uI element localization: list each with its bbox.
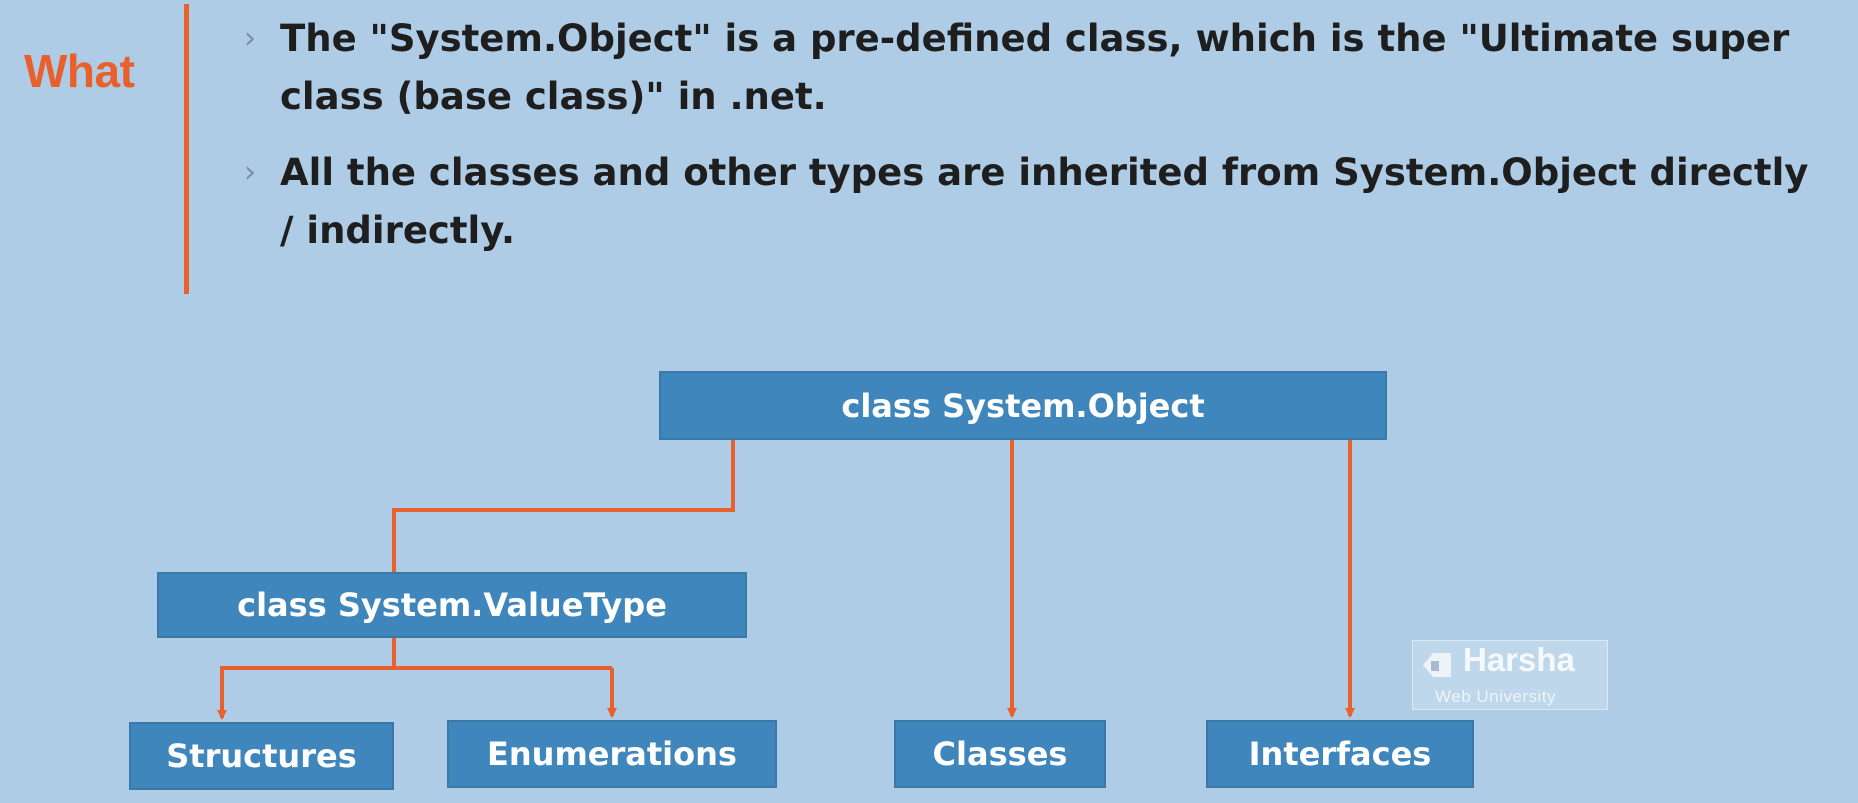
node-classes: Classes bbox=[894, 720, 1106, 788]
node-enumerations: Enumerations bbox=[447, 720, 777, 788]
watermark-subtitle: Web University bbox=[1435, 687, 1556, 706]
edge-valuetype-branch bbox=[392, 638, 612, 670]
watermark-logo: Harsha Web University bbox=[1412, 640, 1608, 710]
node-structures: Structures bbox=[129, 722, 394, 790]
node-system-object: class System.Object bbox=[659, 371, 1387, 440]
node-system-valuetype: class System.ValueType bbox=[157, 572, 747, 638]
watermark-name: Harsha bbox=[1463, 641, 1575, 678]
node-interfaces: Interfaces bbox=[1206, 720, 1474, 788]
edge-valuetype-to-structures bbox=[217, 666, 394, 720]
harsha-logo-icon bbox=[1423, 653, 1451, 677]
edge-object-to-valuetype bbox=[392, 440, 735, 572]
